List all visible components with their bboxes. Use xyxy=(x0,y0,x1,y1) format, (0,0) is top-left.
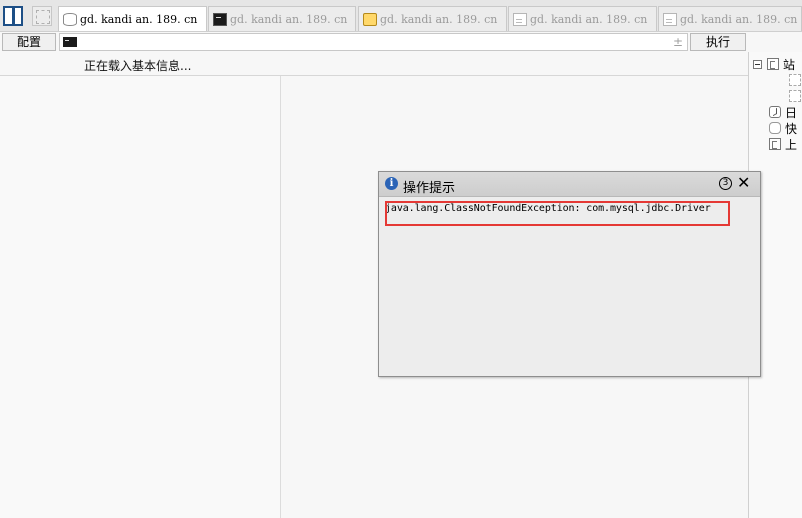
sidebar-item-label: 上 xyxy=(785,137,798,152)
sidebar-item-log[interactable]: 日 xyxy=(769,104,797,120)
sidebar-item-label: 日 xyxy=(785,105,798,120)
dialog-titlebar[interactable]: i 操作提示 3 ✕ xyxy=(379,172,760,197)
tab-document-2[interactable]: gd. kandi an. 189. cn xyxy=(658,6,802,31)
command-input[interactable] xyxy=(80,34,660,50)
tab-label: gd. kandi an. 189. cn xyxy=(80,12,198,26)
tab-label: gd. kandi an. 189. cn xyxy=(530,12,648,26)
clock-icon xyxy=(769,106,781,118)
message-count-badge: 3 xyxy=(719,177,732,190)
tab-label: gd. kandi an. 189. cn xyxy=(230,12,348,26)
tab-database[interactable]: gd. kandi an. 189. cn xyxy=(58,6,207,31)
file-icon xyxy=(513,12,527,26)
tab-bar: gd. kandi an. 189. cn gd. kandi an. 189.… xyxy=(0,0,802,32)
sidebar-item-label: 快 xyxy=(785,121,798,136)
folder-icon xyxy=(363,12,377,26)
sidebar-item-quick[interactable]: 快 xyxy=(769,120,797,136)
status-bar: 正在载入基本信息... xyxy=(0,54,748,76)
close-icon[interactable]: ✕ xyxy=(737,174,750,192)
status-text: 正在载入基本信息... xyxy=(84,59,192,73)
operation-hint-dialog: i 操作提示 3 ✕ java.lang.ClassNotFoundExcept… xyxy=(378,171,761,377)
sidebar-subitem[interactable] xyxy=(789,88,802,104)
sidebar-item-site[interactable]: 站 xyxy=(753,56,795,72)
hand-icon xyxy=(769,122,781,134)
sidebar-item-label: 站 xyxy=(783,57,796,72)
tab-label: gd. kandi an. 189. cn xyxy=(680,12,798,26)
collapse-toggle-icon[interactable] xyxy=(753,59,762,69)
site-icon xyxy=(767,58,779,70)
placeholder-icon xyxy=(789,74,801,86)
sidebar-subitem[interactable] xyxy=(789,72,802,88)
sidebar-item-upload[interactable]: 上 xyxy=(769,136,797,152)
command-toolbar: 配置 ± 执行 xyxy=(0,32,802,52)
tab-terminal[interactable]: gd. kandi an. 189. cn xyxy=(208,6,356,31)
file-icon xyxy=(663,12,677,26)
info-icon: i xyxy=(385,177,398,190)
tab-document-1[interactable]: gd. kandi an. 189. cn xyxy=(508,6,657,31)
error-highlight-box xyxy=(385,201,730,226)
tab-files[interactable]: gd. kandi an. 189. cn xyxy=(358,6,507,31)
upload-icon xyxy=(769,138,781,150)
grid-view-button[interactable] xyxy=(32,6,52,26)
layout-toggle-button[interactable] xyxy=(3,6,23,26)
terminal-icon xyxy=(63,37,77,47)
left-pane xyxy=(0,76,281,518)
execute-button[interactable]: 执行 xyxy=(690,33,746,51)
database-icon xyxy=(63,12,77,26)
config-button[interactable]: 配置 xyxy=(2,33,56,51)
dialog-title: 操作提示 xyxy=(403,181,456,196)
placeholder-icon xyxy=(789,90,801,102)
plus-minus-icon[interactable]: ± xyxy=(673,34,683,50)
terminal-icon xyxy=(213,12,227,26)
tab-label: gd. kandi an. 189. cn xyxy=(380,12,498,26)
command-field: ± xyxy=(59,33,688,51)
